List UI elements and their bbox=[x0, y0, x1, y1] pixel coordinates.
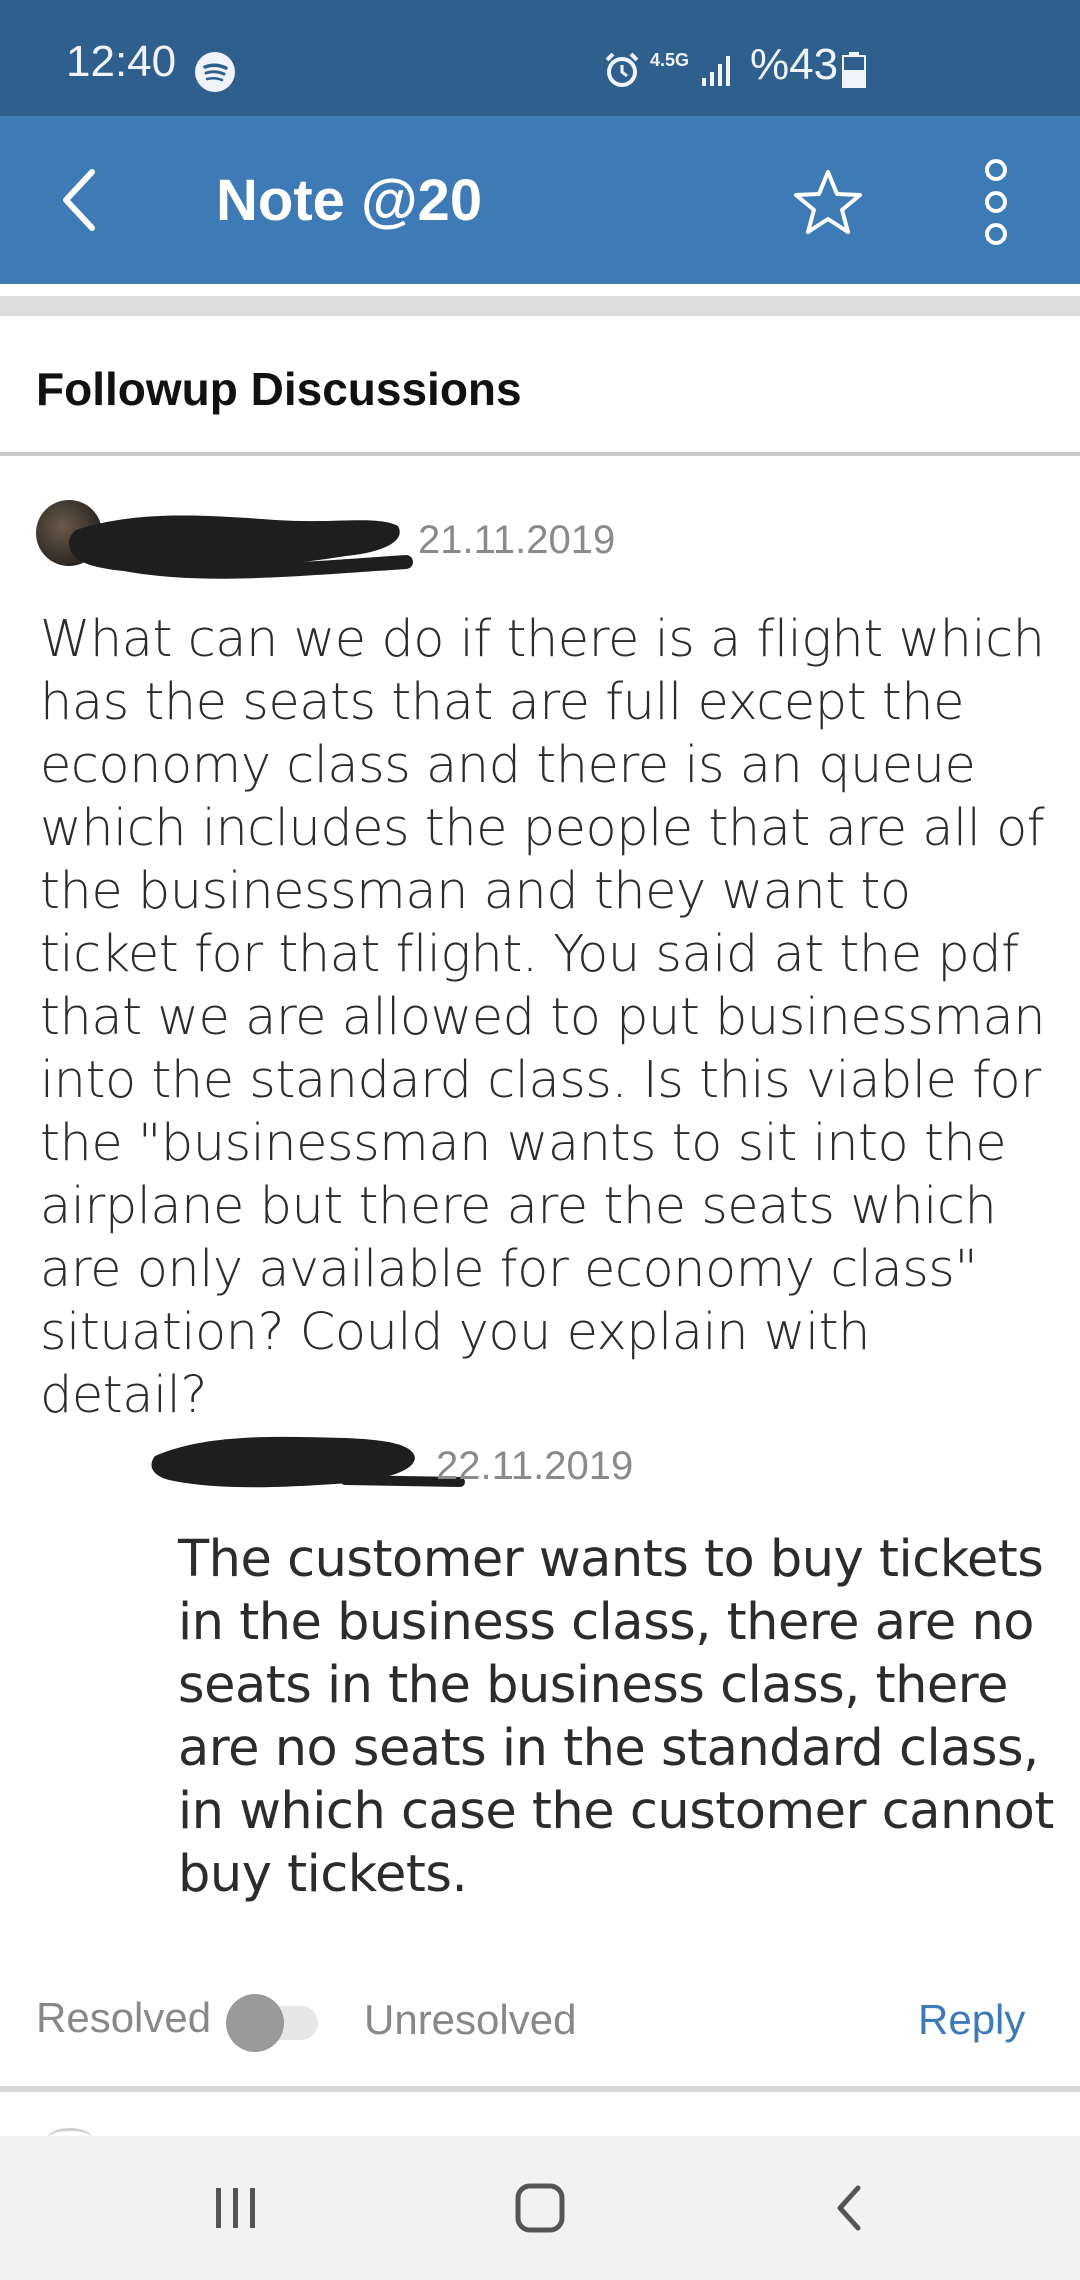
nav-back-icon[interactable] bbox=[820, 2180, 880, 2236]
toggle-knob bbox=[226, 1994, 284, 2052]
home-icon[interactable] bbox=[510, 2180, 570, 2236]
back-arrow-icon[interactable] bbox=[52, 162, 124, 238]
divider bbox=[0, 2086, 1080, 2092]
page-title: Note @20 bbox=[216, 168, 483, 233]
signal-icon bbox=[702, 56, 730, 86]
resolved-toggle[interactable] bbox=[224, 1988, 320, 2052]
resolution-row: Resolved Unresolved Reply bbox=[0, 1980, 1080, 2088]
reply-button[interactable]: Reply bbox=[918, 1996, 1025, 2044]
alarm-icon bbox=[605, 52, 639, 87]
star-icon[interactable] bbox=[790, 166, 866, 238]
resolved-label: Resolved bbox=[36, 1994, 212, 2041]
status-time: 12:40 bbox=[66, 37, 177, 86]
section-title: Followup Discussions bbox=[36, 363, 522, 415]
reply-body: The customer wants to buy tickets in the… bbox=[178, 1530, 1054, 1904]
status-bar: 12:40 4.5G %43 bbox=[0, 0, 1080, 116]
section-header: Followup Discussions bbox=[0, 318, 1080, 456]
post-date: 21.11.2019 bbox=[418, 518, 616, 562]
divider-band bbox=[0, 296, 1080, 316]
more-vertical-icon[interactable] bbox=[968, 154, 1024, 250]
recent-apps-icon[interactable] bbox=[206, 2180, 266, 2236]
redacted-author-name bbox=[68, 515, 413, 579]
system-nav-bar bbox=[0, 2136, 1080, 2280]
battery-icon bbox=[842, 52, 866, 88]
spotify-icon bbox=[195, 52, 235, 92]
unresolved-label: Unresolved bbox=[364, 1996, 577, 2043]
app-bar: Note @20 bbox=[0, 116, 1080, 284]
reply-date: 22.11.2019 bbox=[436, 1444, 634, 1488]
network-type-label: 4.5G bbox=[650, 50, 690, 70]
redacted-reply-author bbox=[151, 1436, 465, 1488]
post-body: What can we do if there is a flight whic… bbox=[40, 610, 1046, 1425]
battery-percentage: %43 bbox=[750, 40, 839, 89]
